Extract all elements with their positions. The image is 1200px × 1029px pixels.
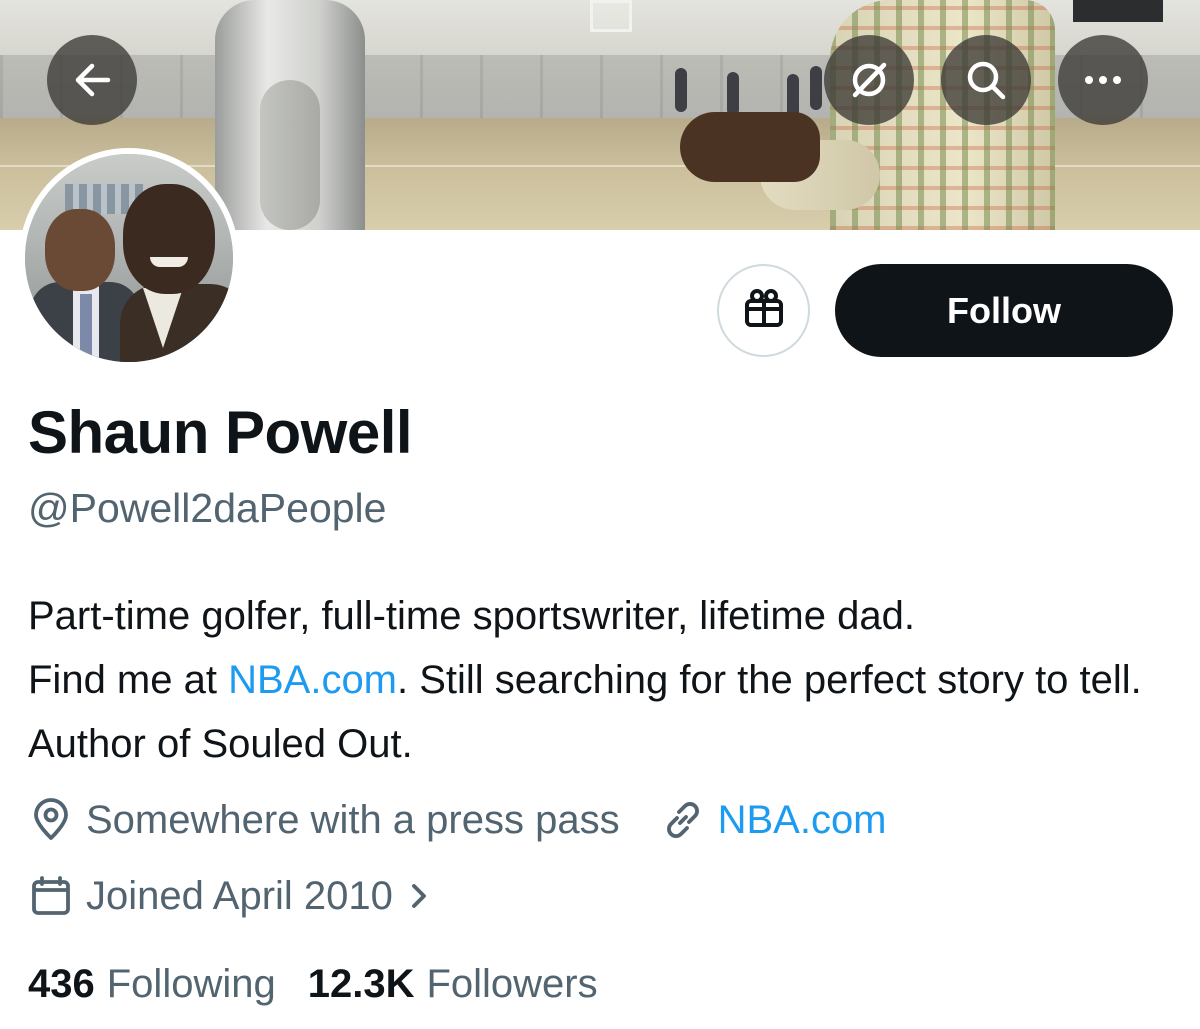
more-icon [1083,75,1123,85]
gift-button[interactable] [717,264,810,357]
follow-button[interactable]: Follow [835,264,1173,357]
website-link[interactable]: NBA.com [718,798,887,843]
gift-icon [742,287,786,334]
banner-hoop [590,0,632,32]
followers-count: 12.3K [307,961,415,1006]
display-name: Shaun Powell [28,399,413,466]
bio: Part-time golfer, full-time sportswriter… [28,584,1178,776]
link-icon [660,797,706,843]
profile-meta-location-row: Somewhere with a press pass NBA.com [28,796,887,844]
banner-person-left-arm [260,80,320,230]
following-label: Following [106,961,276,1006]
bio-text: Part-time golfer, full-time sportswriter… [28,594,915,638]
location-pin-icon [28,797,74,843]
joined-date: Joined April 2010 [86,873,393,918]
banner-scoreboard [1073,0,1163,22]
banner-hands [680,112,820,182]
grok-button[interactable] [824,35,914,125]
calendar-icon [28,873,74,919]
banner-background-player [675,68,687,112]
grok-icon [847,58,891,102]
banner-background-player [727,72,739,116]
user-handle: @Powell2daPeople [28,485,387,531]
banner-background-player [810,66,822,110]
profile-stats: 436 Following 12.3K Followers [28,960,598,1008]
search-icon [964,58,1008,102]
following-count: 436 [28,961,95,1006]
location-text: Somewhere with a press pass [86,797,620,842]
profile-meta-joined-row[interactable]: Joined April 2010 [28,872,443,920]
followers-label: Followers [426,961,598,1006]
avatar[interactable] [19,148,239,368]
search-button[interactable] [941,35,1031,125]
arrow-left-icon [72,62,112,98]
back-button[interactable] [47,35,137,125]
following-link[interactable]: 436 Following [28,962,276,1007]
chevron-right-icon [407,881,431,911]
bio-text: Find me at [28,658,229,702]
followers-link[interactable]: 12.3K Followers [308,962,598,1007]
bio-link[interactable]: NBA.com [228,658,397,702]
more-button[interactable] [1058,35,1148,125]
